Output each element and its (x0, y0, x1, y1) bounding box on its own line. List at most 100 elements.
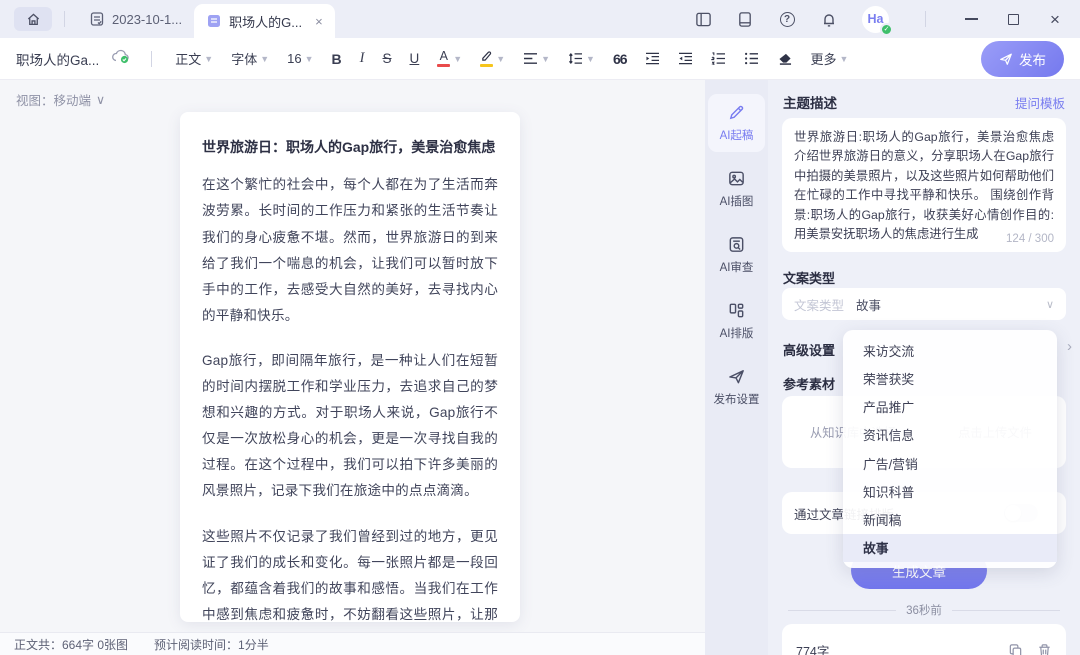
chevron-down-icon: ▼ (305, 54, 314, 64)
copy-icon[interactable] (1008, 643, 1023, 655)
dropdown-option[interactable]: 广告/营销 (843, 449, 1057, 477)
clear-format-button[interactable] (770, 45, 800, 73)
maximize-button[interactable] (1004, 10, 1022, 28)
document-paragraph: 这些照片不仅记录了我们曾经到过的地方，更见证了我们的成长和变化。每一张照片都是一… (202, 524, 498, 622)
copy-type-label: 文案类型 (783, 268, 835, 287)
dropdown-option[interactable]: 产品推广 (843, 393, 1057, 421)
more-menu-button[interactable]: 更多▼ (804, 45, 856, 73)
advanced-settings-label[interactable]: 高级设置 (783, 340, 835, 359)
paper-plane-icon (999, 52, 1013, 66)
settings-panel: 主题描述 提问模板 世界旅游日:职场人的Gap旅行，美景治愈焦虑介绍世界旅游日的… (768, 80, 1080, 655)
copy-type-dropdown: 来访交流 荣誉获奖 产品推广 资讯信息 广告/营销 知识科普 新闻稿 故事 (843, 330, 1057, 568)
chevron-down-icon: ▼ (541, 54, 550, 64)
align-button[interactable]: ▼ (516, 45, 557, 73)
template-link[interactable]: 提问模板 (1015, 93, 1065, 112)
doc-search-icon (727, 235, 746, 254)
copy-type-select[interactable]: 文案类型 故事 ∨ (782, 288, 1066, 320)
home-icon (26, 12, 41, 27)
eraser-icon (777, 52, 793, 65)
chevron-right-icon[interactable]: › (1067, 338, 1072, 355)
sidebar-item-ai-illustration[interactable]: AI插图 (708, 160, 765, 218)
dropdown-option[interactable]: 荣誉获奖 (843, 364, 1057, 392)
verified-badge-icon: ✓ (880, 23, 893, 36)
view-mode-select[interactable]: 视图：移动端 ∨ (16, 90, 105, 109)
italic-button[interactable]: I (353, 45, 372, 73)
chevron-down-icon: ▼ (586, 54, 595, 64)
reference-material-label: 参考素材 (783, 374, 835, 393)
topic-textarea[interactable]: 世界旅游日:职场人的Gap旅行，美景治愈焦虑介绍世界旅游日的意义，分享职场人在G… (782, 118, 1066, 252)
doc-title: 职场人的Ga... (16, 49, 99, 69)
outdent-button[interactable] (671, 45, 700, 73)
home-button[interactable] (14, 7, 52, 31)
side-panel-icon[interactable] (694, 10, 712, 28)
select-value: 故事 (856, 295, 881, 314)
trash-icon[interactable] (1037, 643, 1052, 655)
result-word-count: 774字 (796, 641, 829, 655)
layout-icon (727, 301, 746, 320)
bold-button[interactable]: B (325, 45, 349, 73)
sidebar-item-ai-layout[interactable]: AI排版 (708, 292, 765, 350)
font-size-select[interactable]: 16▼ (280, 45, 320, 73)
font-family-select[interactable]: 字体▼ (224, 45, 276, 73)
chevron-down-icon: ▼ (840, 54, 849, 64)
status-bar: 正文共：664字 0张图 预计阅读时间：1分半 (0, 632, 705, 655)
tab-current-doc[interactable]: 职场人的G... × (194, 4, 335, 38)
ai-tools-rail: AI起稿 AI插图 AI审查 AI排版 发布设置 (705, 80, 768, 655)
ordered-list-icon (711, 52, 726, 65)
paper-plane-icon (727, 367, 746, 386)
bullet-list-icon (744, 52, 759, 65)
dropdown-option[interactable]: 资讯信息 (843, 421, 1057, 449)
dropdown-option[interactable]: 知识科普 (843, 477, 1057, 505)
char-count: 124 / 300 (1006, 233, 1054, 245)
read-time: 预计阅读时间：1分半 (154, 636, 269, 653)
underline-button[interactable]: U (403, 45, 427, 73)
title-bar: 2023-10-1... 职场人的G... × ? Ha ✓ (0, 0, 1080, 38)
divider (151, 51, 152, 67)
help-icon[interactable]: ? (778, 10, 796, 28)
app-window: 2023-10-1... 职场人的G... × ? Ha ✓ (0, 0, 1080, 655)
avatar[interactable]: Ha ✓ (862, 6, 889, 33)
cloud-sync-icon (111, 48, 131, 69)
topic-text: 世界旅游日:职场人的Gap旅行，美景治愈焦虑介绍世界旅游日的意义，分享职场人在G… (794, 128, 1054, 245)
format-toolbar: 职场人的Ga... 正文▼ 字体▼ 16▼ B I S U A ▼ ▼ ▼ ▼ (0, 38, 1080, 80)
indent-button[interactable] (638, 45, 667, 73)
tab-recent-doc[interactable]: 2023-10-1... (77, 0, 194, 38)
tab-label: 2023-10-1... (112, 12, 182, 27)
indent-icon (645, 52, 660, 65)
image-icon (727, 169, 746, 188)
minimize-button[interactable] (962, 10, 980, 28)
line-height-button[interactable]: ▼ (561, 45, 602, 73)
dropdown-option[interactable]: 来访交流 (843, 336, 1057, 364)
sidebar-item-ai-draft[interactable]: AI起稿 (708, 94, 765, 152)
close-window-button[interactable]: × (1046, 10, 1064, 28)
blockquote-button[interactable]: 66 (606, 45, 634, 73)
result-card: 774字 (782, 624, 1066, 655)
ordered-list-button[interactable] (704, 45, 733, 73)
time-ago: 36秒前 (906, 602, 942, 618)
publish-button[interactable]: 发布 (981, 41, 1064, 77)
select-placeholder: 文案类型 (794, 295, 844, 314)
divider (925, 11, 926, 27)
sidebar-item-publish-settings[interactable]: 发布设置 (708, 358, 765, 416)
strikethrough-button[interactable]: S (376, 45, 399, 73)
pen-icon (727, 103, 746, 122)
highlight-color-button[interactable]: ▼ (473, 45, 512, 73)
dropdown-option[interactable]: 新闻稿 (843, 506, 1057, 534)
dropdown-option-selected[interactable]: 故事 (843, 534, 1057, 562)
document-paragraph: 在这个繁忙的社会中，每个人都在为了生活而奔波劳累。长时间的工作压力和紧张的生活节… (202, 172, 498, 329)
paragraph-style-select[interactable]: 正文▼ (168, 45, 220, 73)
outdent-icon (678, 52, 693, 65)
tab-label: 职场人的G... (229, 12, 302, 31)
document-page[interactable]: 世界旅游日：职场人的Gap旅行，美景治愈焦虑 在这个繁忙的社会中，每个人都在为了… (180, 112, 520, 622)
word-count: 正文共：664字 0张图 (14, 636, 128, 653)
highlighter-icon (480, 50, 493, 62)
chevron-down-icon: ▼ (260, 54, 269, 64)
font-color-button[interactable]: A ▼ (430, 45, 469, 73)
device-icon[interactable] (736, 10, 754, 28)
bullet-list-button[interactable] (737, 45, 766, 73)
line-height-icon (568, 52, 583, 65)
notification-bell-icon[interactable] (820, 10, 838, 28)
sidebar-item-ai-review[interactable]: AI审查 (708, 226, 765, 284)
tab-close-icon[interactable]: × (315, 14, 323, 29)
chevron-down-icon: ▼ (204, 54, 213, 64)
